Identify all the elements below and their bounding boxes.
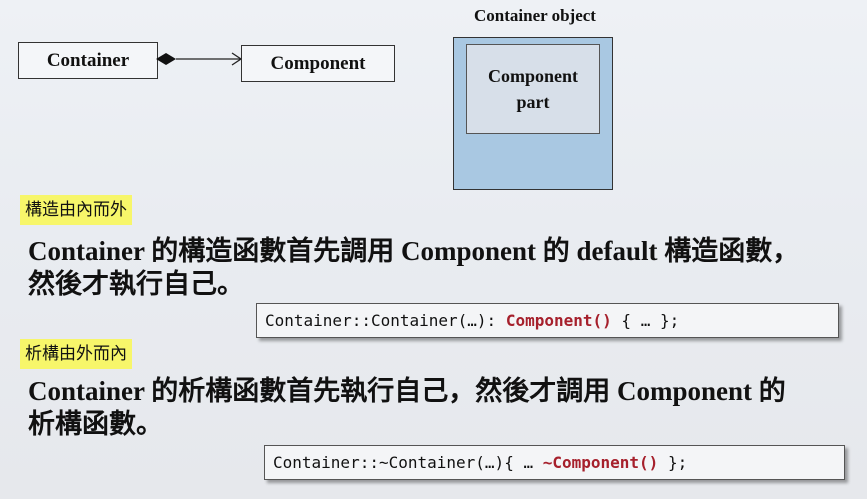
destruct-description-line1: Container 的析構函數首先執行自己，然後才調用 Component 的: [28, 376, 786, 406]
component-part-line2: part: [516, 92, 550, 112]
uml-container-label: Container: [46, 49, 130, 71]
component-part-line1: Component: [487, 66, 578, 86]
uml-component-box: Component: [241, 45, 395, 82]
constructor-code: Container::Container(…): Component() { ……: [256, 303, 839, 338]
constructor-code-prefix: Container::Container(…):: [265, 311, 506, 330]
composition-arrow: [156, 52, 243, 66]
construct-order-tag: 構造由內而外: [20, 195, 132, 225]
destructor-code-call: ~Component(): [542, 453, 659, 472]
destruct-order-tag: 析構由外而內: [20, 339, 132, 369]
uml-component-label: Component: [270, 52, 366, 74]
component-part-box: Component part: [466, 44, 600, 134]
construct-description-line1: Container 的構造函數首先調用 Component 的 default …: [28, 236, 800, 266]
destructor-code-prefix: Container::~Container(…){ …: [273, 453, 543, 472]
construct-description-line2: 然後才執行自己。: [28, 269, 244, 299]
destruct-description: Container 的析構函數首先執行自己，然後才調用 Component 的 …: [28, 375, 858, 441]
constructor-code-call: Component(): [505, 311, 612, 330]
destruct-description-line2: 析構函數。: [28, 409, 163, 439]
uml-container-box: Container: [18, 42, 158, 79]
constructor-code-suffix: { … };: [611, 311, 680, 330]
container-object-title: Container object: [474, 6, 596, 25]
destructor-code: Container::~Container(…){ … ~Component()…: [264, 445, 845, 480]
destructor-code-suffix: };: [658, 453, 688, 472]
container-object-box: Component part: [453, 37, 613, 190]
construct-description: Container 的構造函數首先調用 Component 的 default …: [28, 235, 858, 301]
